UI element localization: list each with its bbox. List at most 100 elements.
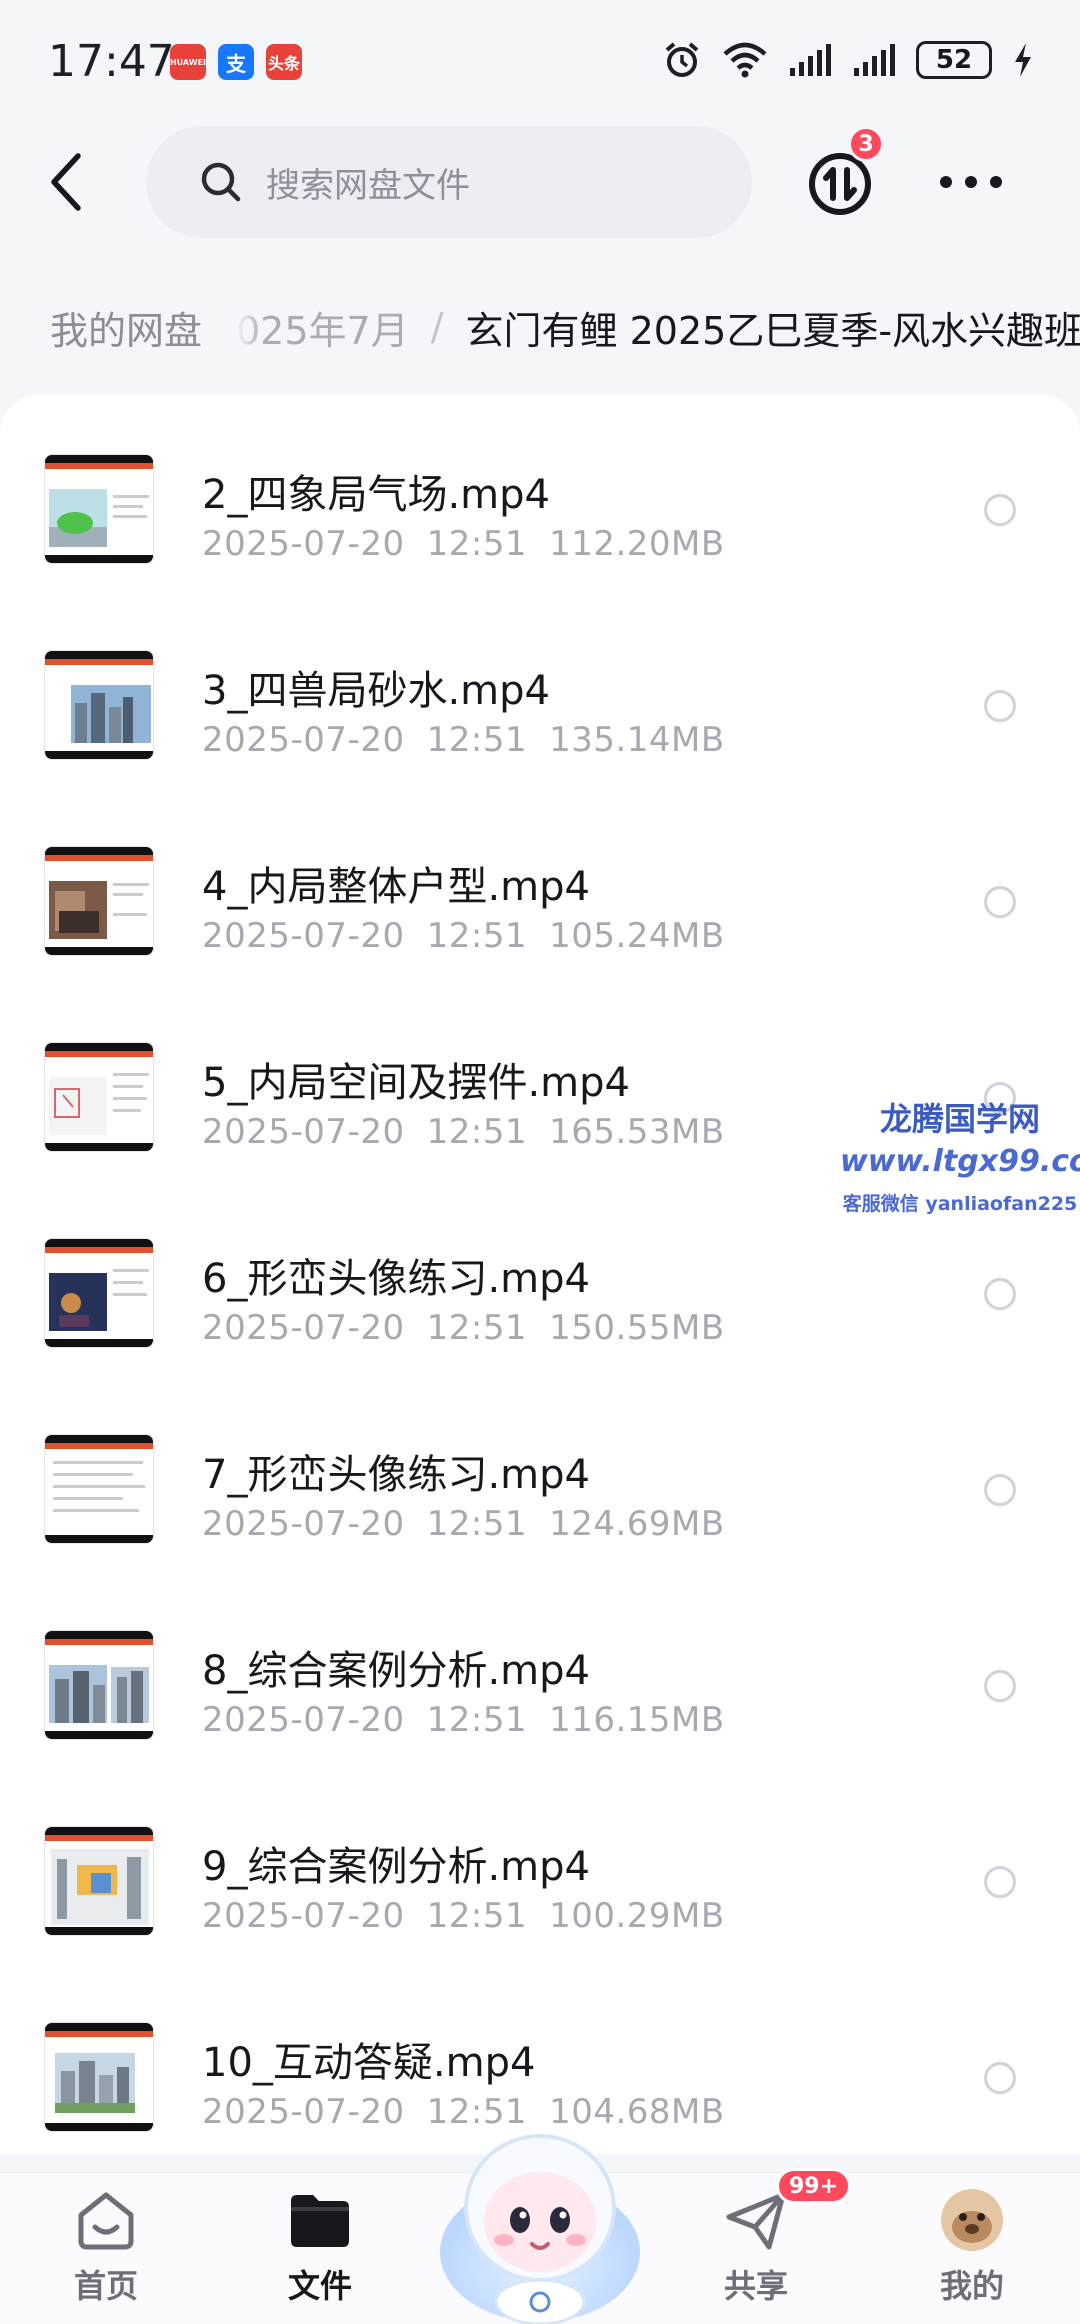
file-time: 12:51 [426, 1504, 528, 1544]
breadcrumb-root[interactable]: 我的网盘 [20, 282, 233, 372]
file-date: 2025-07-20 [202, 1896, 405, 1936]
file-name: 7_形峦头像练习.mp4 [202, 1452, 590, 1498]
search-icon [201, 162, 241, 202]
battery-icon: 52 [916, 41, 992, 79]
select-checkbox[interactable] [984, 2062, 1016, 2094]
breadcrumb-middle[interactable]: 025年7月 [236, 300, 409, 355]
alipay-app-label: 支 [226, 51, 246, 76]
file-date: 2025-07-20 [202, 1504, 405, 1544]
toutiao-app-label: 头条 [267, 54, 300, 73]
file-meta: 2025-07-20 12:51 100.29MB [202, 1896, 747, 1936]
file-row[interactable]: 9_综合案例分析.mp4 2025-07-20 12:51 100.29MB [0, 1766, 1080, 1962]
nav-share[interactable]: 共享 [686, 2187, 826, 2317]
file-row[interactable]: 7_形峦头像练习.mp4 2025-07-20 12:51 124.69MB [0, 1374, 1080, 1570]
assistant-mascot-button[interactable] [436, 2112, 644, 2324]
back-arrow-icon [51, 153, 81, 211]
watermark-contact: 客服微信 yanliaofan225 [842, 1193, 1078, 1215]
back-button[interactable] [36, 148, 96, 216]
video-thumbnail [44, 454, 154, 564]
file-date: 2025-07-20 [202, 2092, 405, 2132]
more-options-button[interactable] [940, 156, 1002, 208]
file-meta: 2025-07-20 12:51 165.53MB [202, 1112, 747, 1152]
huawei-app-icon: HUAWEI [170, 44, 206, 80]
file-name: 9_综合案例分析.mp4 [202, 1844, 590, 1890]
file-name: 2_四象局气场.mp4 [202, 472, 550, 518]
file-size: 112.20MB [549, 524, 725, 564]
select-checkbox[interactable] [984, 1474, 1016, 1506]
file-time: 12:51 [426, 1896, 528, 1936]
more-dot-icon [965, 176, 977, 188]
nav-home-label: 首页 [73, 2267, 138, 2305]
file-size: 150.55MB [549, 1308, 725, 1348]
signal-icon-1 [790, 44, 831, 76]
watermark-title: 龙腾国学网 [879, 1100, 1040, 1138]
signal-icon-2 [854, 44, 895, 76]
file-size: 105.24MB [549, 916, 725, 956]
file-size: 124.69MB [549, 1504, 725, 1544]
watermark: 龙腾国学网 www.ltgx99.com 客服微信 yanliaofan225 [840, 1094, 1080, 1216]
file-size: 165.53MB [549, 1112, 725, 1152]
breadcrumb: 我的网盘 025年7月 / 玄门有鲤 2025乙巳夏季-风水兴趣班 [0, 282, 1080, 372]
transfer-badge: 3 [848, 126, 884, 162]
select-checkbox[interactable] [984, 1278, 1016, 1310]
file-time: 12:51 [426, 524, 528, 564]
more-dot-icon [940, 176, 952, 188]
file-time: 12:51 [426, 1112, 528, 1152]
more-dot-icon [990, 176, 1002, 188]
home-icon [73, 2187, 139, 2253]
select-checkbox[interactable] [984, 690, 1016, 722]
share-badge: 99+ [776, 2168, 852, 2204]
file-row[interactable]: 3_四兽局砂水.mp4 2025-07-20 12:51 135.14MB [0, 590, 1080, 786]
file-date: 2025-07-20 [202, 524, 405, 564]
breadcrumb-separator: / [430, 305, 444, 349]
video-thumbnail [44, 1434, 154, 1544]
status-time: 17:47 [48, 36, 175, 87]
status-bar: 17:47 HUAWEI 支 头条 52 [0, 0, 1080, 120]
nav-share-label: 共享 [723, 2267, 788, 2305]
status-right: 52 [662, 40, 1034, 80]
alarm-icon [665, 42, 699, 77]
status-app-icons: HUAWEI 支 头条 [170, 44, 302, 80]
nav-home[interactable]: 首页 [36, 2187, 176, 2317]
video-thumbnail [44, 650, 154, 760]
file-row[interactable]: 2_四象局气场.mp4 2025-07-20 12:51 112.20MB [0, 394, 1080, 590]
file-meta: 2025-07-20 12:51 105.24MB [202, 916, 747, 956]
file-name: 6_形峦头像练习.mp4 [202, 1256, 590, 1302]
file-meta: 2025-07-20 12:51 150.55MB [202, 1308, 747, 1348]
file-name: 5_内局空间及摆件.mp4 [202, 1060, 630, 1106]
file-time: 12:51 [426, 1700, 528, 1740]
select-checkbox[interactable] [984, 494, 1016, 526]
alipay-icon: 支 [218, 44, 254, 80]
file-list: 2_四象局气场.mp4 2025-07-20 12:51 112.20MB 3_四兽… [0, 394, 1080, 2154]
file-meta: 2025-07-20 12:51 112.20MB [202, 524, 747, 564]
charging-icon [1015, 43, 1031, 77]
file-time: 12:51 [426, 1308, 528, 1348]
nav-files[interactable]: 文件 [250, 2187, 390, 2317]
file-name: 10_互动答疑.mp4 [202, 2040, 536, 2086]
file-date: 2025-07-20 [202, 1308, 405, 1348]
nav-profile-label: 我的 [939, 2267, 1004, 2305]
toutiao-icon: 头条 [266, 44, 302, 80]
select-checkbox[interactable] [984, 1866, 1016, 1898]
file-date: 2025-07-20 [202, 916, 405, 956]
file-name: 8_综合案例分析.mp4 [202, 1648, 590, 1694]
video-thumbnail [44, 1630, 154, 1740]
breadcrumb-current: 玄门有鲤 2025乙巳夏季-风水兴趣班 [465, 308, 1080, 353]
search-placeholder: 搜索网盘文件 [266, 165, 470, 206]
file-meta: 2025-07-20 12:51 135.14MB [202, 720, 747, 760]
video-thumbnail [44, 1042, 154, 1152]
select-checkbox[interactable] [984, 886, 1016, 918]
file-row[interactable]: 4_内局整体户型.mp4 2025-07-20 12:51 105.24MB [0, 786, 1080, 982]
search-input[interactable]: 搜索网盘文件 [146, 126, 752, 238]
file-date: 2025-07-20 [202, 1112, 405, 1152]
file-time: 12:51 [426, 916, 528, 956]
file-row[interactable]: 8_综合案例分析.mp4 2025-07-20 12:51 116.15MB [0, 1570, 1080, 1766]
nav-profile[interactable]: 我的 [902, 2187, 1042, 2317]
folder-icon [287, 2187, 353, 2253]
file-name: 4_内局整体户型.mp4 [202, 864, 590, 910]
watermark-url: www.ltgx99.com [840, 1144, 1080, 1179]
file-date: 2025-07-20 [202, 720, 405, 760]
select-checkbox[interactable] [984, 1670, 1016, 1702]
mascot-icon [440, 2134, 640, 2324]
file-size: 135.14MB [549, 720, 725, 760]
